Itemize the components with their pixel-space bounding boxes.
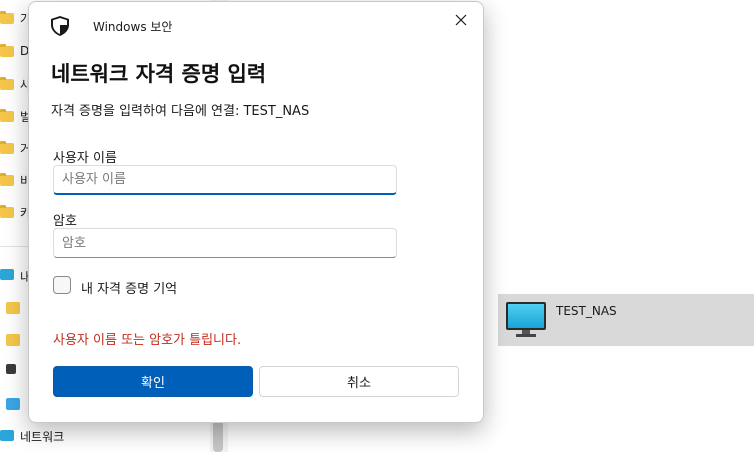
sidebar-scroll-thumb[interactable] [213, 420, 223, 452]
folder-icon [0, 205, 14, 218]
folder-icon [0, 77, 14, 90]
dialog-title: Windows 보안 [93, 20, 173, 34]
username-label: 사용자 이름 [53, 151, 117, 166]
network-device-item[interactable]: TEST_NAS [498, 294, 754, 346]
remember-checkbox[interactable] [53, 276, 71, 294]
dialog-heading: 네트워크 자격 증명 입력 [51, 62, 267, 86]
dialog-titlebar: Windows 보안 [29, 2, 483, 46]
sync-icon [6, 398, 20, 410]
error-message: 사용자 이름 또는 암호가 틀립니다. [53, 333, 242, 348]
cancel-button[interactable]: 취소 [259, 366, 459, 397]
password-input[interactable] [53, 228, 397, 258]
folder-icon [0, 173, 14, 186]
close-icon [455, 14, 467, 26]
folder-icon [0, 141, 14, 154]
monitor-base [516, 334, 536, 337]
monitor-icon [506, 302, 546, 330]
network-device-label: TEST_NAS [556, 304, 617, 318]
shield-icon [51, 16, 69, 36]
username-input[interactable] [53, 165, 397, 195]
folder-icon [6, 334, 20, 346]
network-icon [0, 430, 14, 441]
close-button[interactable] [447, 8, 475, 32]
folder-icon [6, 302, 20, 314]
dialog-subheading: 자격 증명을 입력하여 다음에 연결: TEST_NAS [51, 104, 310, 119]
remember-checkbox-label[interactable]: 내 자격 증명 기억 [81, 278, 177, 297]
folder-icon [0, 11, 14, 24]
drive-icon [6, 364, 16, 374]
credential-dialog: Windows 보안 네트워크 자격 증명 입력 자격 증명을 입력하여 다음에… [28, 1, 484, 423]
pc-icon [0, 269, 14, 280]
password-label: 암호 [53, 214, 77, 229]
ok-button[interactable]: 확인 [53, 366, 253, 397]
sidebar-item-network[interactable]: 네트워크 [0, 424, 210, 448]
folder-icon [0, 44, 14, 57]
folder-icon [0, 109, 14, 122]
sidebar-item-label: 네트워크 [20, 429, 65, 444]
